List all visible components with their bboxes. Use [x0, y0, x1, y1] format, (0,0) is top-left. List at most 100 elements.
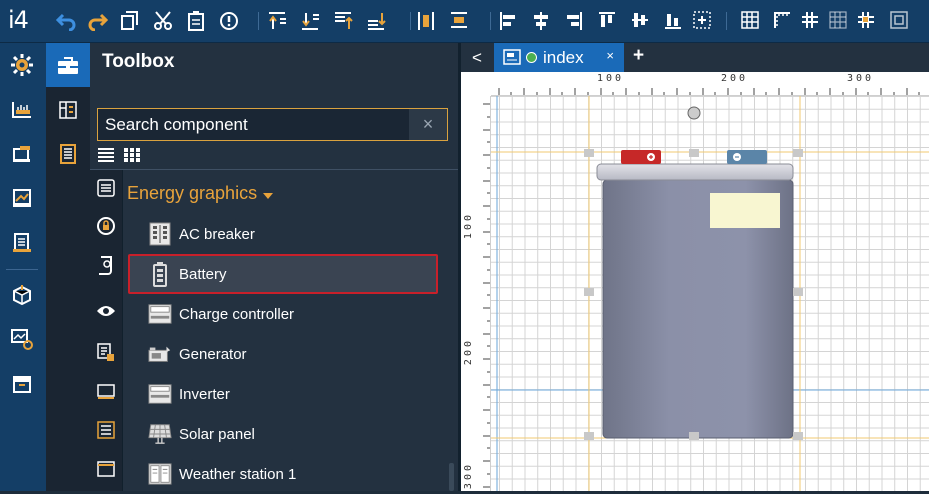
monitor-settings-icon[interactable]	[8, 325, 36, 353]
component-label: Solar panel	[179, 425, 255, 443]
align-center-icon[interactable]	[530, 8, 552, 32]
toolbar-divider	[258, 12, 259, 30]
align-left-icon[interactable]	[497, 8, 519, 32]
bring-forward-icon[interactable]	[266, 8, 288, 32]
paste-icon[interactable]	[185, 8, 207, 32]
list-icon[interactable]	[94, 418, 118, 442]
snap-icon[interactable]	[827, 8, 849, 32]
window-icon[interactable]	[94, 457, 118, 481]
component-generator[interactable]: Generator	[128, 334, 438, 374]
send-backward-icon[interactable]	[299, 8, 321, 32]
ruler-icon[interactable]	[771, 8, 793, 32]
bring-to-front-icon[interactable]	[332, 8, 354, 32]
design-canvas[interactable]: 100 200 300 100 200 300	[461, 72, 929, 491]
search-clear-button[interactable]: ×	[409, 109, 447, 140]
component-battery[interactable]: Battery	[128, 254, 438, 294]
undo-icon[interactable]	[55, 8, 77, 32]
list-view-icon[interactable]	[97, 147, 115, 163]
component-charge-controller[interactable]: Charge controller	[128, 294, 438, 334]
trend-icon[interactable]	[8, 184, 36, 212]
align-bottom-icon[interactable]	[662, 8, 684, 32]
vertical-ruler: 100 200 300	[461, 96, 491, 491]
package-icon[interactable]	[8, 281, 36, 309]
component-label: AC breaker	[179, 225, 255, 243]
align-top-icon[interactable]	[596, 8, 618, 32]
snap-grid-icon[interactable]	[799, 8, 821, 32]
display-icon[interactable]	[94, 379, 118, 403]
component-label: Battery	[179, 265, 227, 283]
top-toolbar: i4	[0, 0, 929, 43]
archive-icon[interactable]	[8, 370, 36, 398]
component-inverter[interactable]: Inverter	[128, 374, 438, 414]
toolbar-divider	[490, 12, 491, 30]
charge-controller-icon	[148, 302, 172, 326]
grid-view-icon[interactable]	[123, 147, 141, 163]
layout-icon[interactable]	[46, 88, 90, 132]
distribute-horizontal-icon[interactable]	[415, 8, 437, 32]
warning-icon[interactable]	[218, 8, 240, 32]
category-title: Energy graphics	[127, 183, 258, 203]
toolbox-panel: Toolbox ×	[90, 43, 458, 491]
view-toggle	[97, 147, 141, 163]
align-middle-icon[interactable]	[629, 8, 651, 32]
align-right-icon[interactable]	[563, 8, 585, 32]
toolbox-icon[interactable]	[46, 43, 90, 87]
center-icon[interactable]	[691, 8, 713, 32]
visibility-icon[interactable]	[94, 299, 118, 323]
search-input[interactable]	[98, 109, 410, 140]
toolbox-title: Toolbox	[102, 51, 175, 72]
tab-bar: < index × +	[461, 43, 929, 72]
measure-icon[interactable]	[8, 95, 36, 123]
search-box: ×	[97, 108, 448, 141]
component-label: Weather station 1	[179, 465, 297, 483]
tab-close-button[interactable]: ×	[606, 48, 614, 63]
component-solar-panel[interactable]: Solar panel	[128, 414, 438, 454]
settings-icon[interactable]	[8, 51, 36, 79]
category-bar	[90, 170, 122, 491]
status-dot	[526, 52, 537, 63]
screen-icon	[503, 48, 521, 67]
nav-divider	[6, 269, 38, 270]
toolbar-divider	[410, 12, 411, 30]
ruler-label: 300	[847, 73, 875, 84]
battery-icon	[148, 262, 172, 287]
component-weather-station[interactable]: Weather station 1	[128, 454, 438, 494]
library-icon[interactable]	[94, 340, 118, 364]
category-divider	[122, 170, 123, 491]
snap-objects-icon[interactable]	[855, 8, 877, 32]
basic-components-icon[interactable]	[94, 176, 118, 200]
ruler-label: 300	[463, 462, 474, 490]
ruler-label: 200	[721, 73, 749, 84]
security-icon[interactable]	[94, 214, 118, 238]
properties-icon[interactable]	[46, 132, 90, 176]
weather-station-icon	[148, 462, 172, 486]
script-icon[interactable]	[94, 253, 118, 277]
generator-icon	[148, 342, 172, 366]
screen-designer-icon[interactable]	[8, 140, 36, 168]
horizontal-ruler: 100 200 300	[491, 72, 929, 96]
cut-icon[interactable]	[152, 8, 174, 32]
inverter-icon	[148, 382, 172, 406]
copy-icon[interactable]	[119, 8, 141, 32]
toolbar-divider	[726, 12, 727, 30]
grid-icon[interactable]	[739, 8, 761, 32]
scrollbar-thumb[interactable]	[449, 463, 454, 491]
collapse-panel-button[interactable]: <	[461, 43, 493, 72]
send-to-back-icon[interactable]	[365, 8, 387, 32]
component-label: Generator	[179, 345, 247, 363]
distribute-vertical-icon[interactable]	[448, 8, 470, 32]
component-ac-breaker[interactable]: AC breaker	[128, 214, 438, 254]
ac-breaker-icon	[148, 222, 172, 246]
tab-index[interactable]: index ×	[494, 43, 624, 72]
fit-icon[interactable]	[888, 8, 910, 32]
component-label: Inverter	[179, 385, 230, 403]
add-tab-button[interactable]: +	[633, 45, 644, 67]
redo-icon[interactable]	[87, 8, 109, 32]
solar-panel-icon	[148, 422, 172, 446]
category-header[interactable]: Energy graphics	[127, 183, 274, 204]
battery-component[interactable]	[579, 102, 819, 442]
ruler-corner	[461, 72, 491, 96]
panel-divider	[90, 169, 458, 170]
ruler-label: 200	[463, 338, 474, 366]
report-icon[interactable]	[8, 229, 36, 257]
